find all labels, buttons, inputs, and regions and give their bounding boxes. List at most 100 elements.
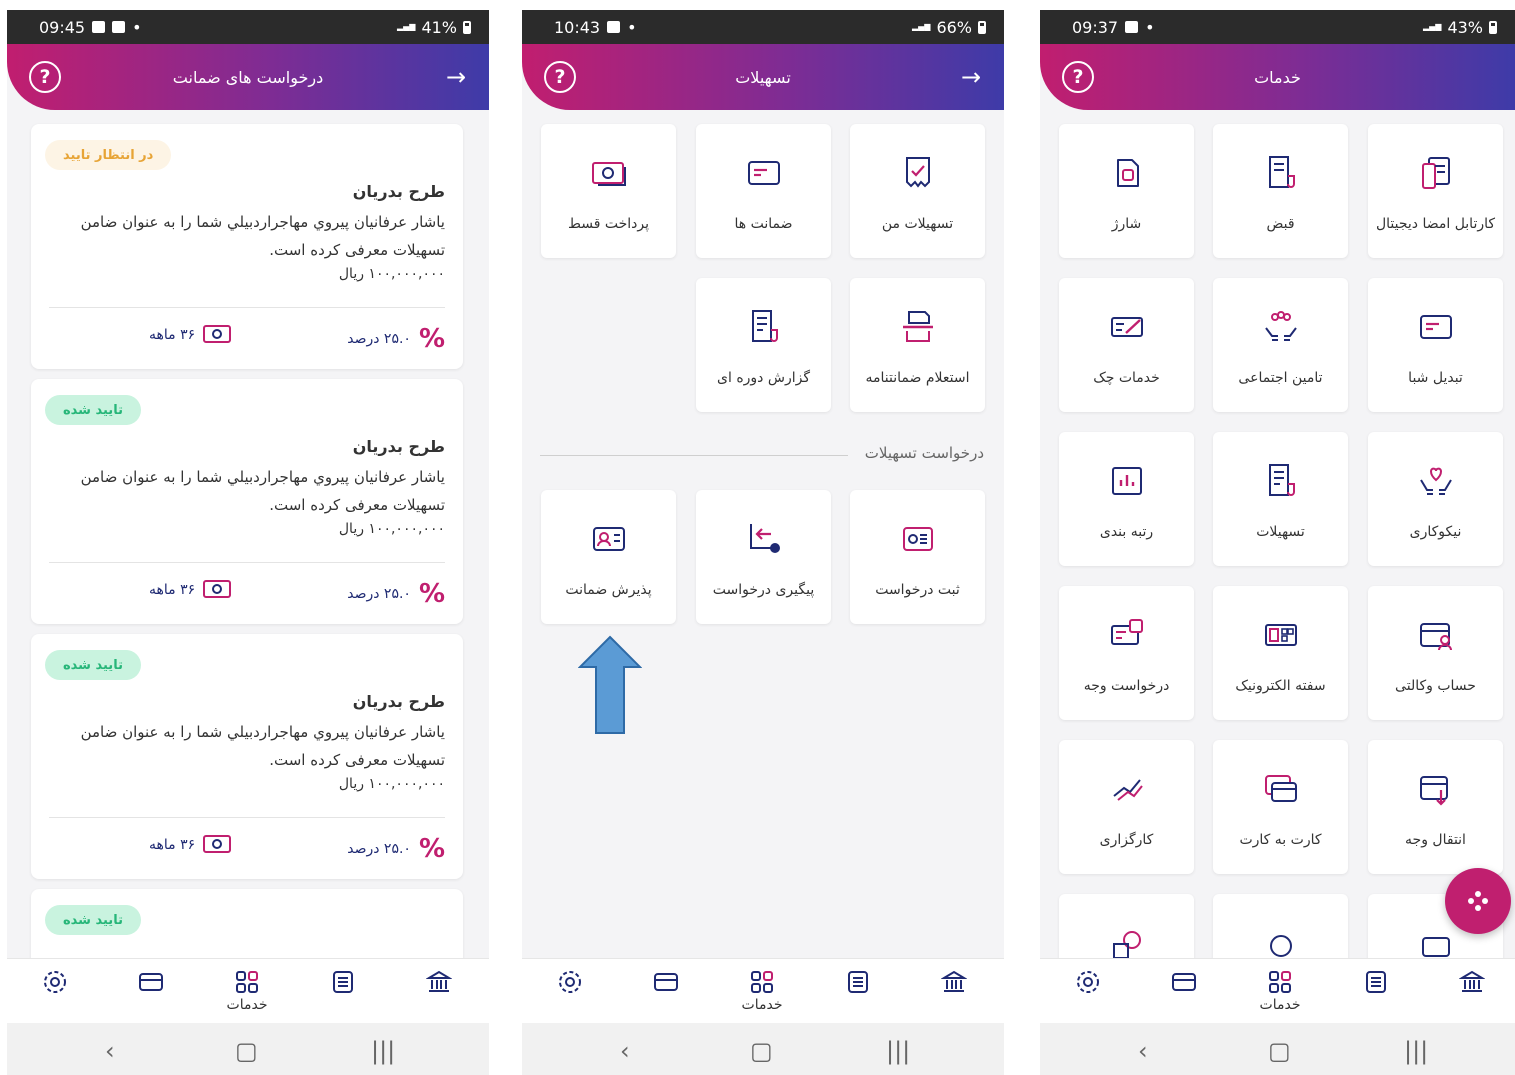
- tile-track-request[interactable]: پیگیری درخواست: [696, 490, 831, 624]
- status-time: 09:37: [1072, 17, 1119, 37]
- nav-services-label: خدمات: [226, 997, 268, 1013]
- guarantee-card[interactable]: تایید شده طرح بدریان یاشار عرفانیان پیرو…: [31, 379, 463, 624]
- tile-my-loans[interactable]: تسهیلات من: [850, 124, 985, 258]
- loan-term: ۳۶ ماهه: [149, 324, 232, 346]
- digital-signature-icon: [1421, 157, 1450, 189]
- tile-loans[interactable]: تسهیلات: [1213, 432, 1348, 566]
- system-recents-icon[interactable]: |||: [1404, 1037, 1428, 1065]
- tile-label: کارت به کارت: [1239, 832, 1322, 848]
- gear-icon: [44, 971, 66, 993]
- guarantee-card[interactable]: تایید شده طرح بدریان یاشار عرفانیان پیرو…: [31, 634, 463, 879]
- tile-periodic-report[interactable]: گزارش دوره ای: [696, 278, 831, 412]
- tile-social-security[interactable]: تامین اجتماعی: [1213, 278, 1348, 412]
- tile-sim-charge[interactable]: شارژ: [1059, 124, 1194, 258]
- nav-settings[interactable]: [35, 969, 75, 1017]
- nav-bank[interactable]: [934, 969, 974, 1017]
- money-icon: [203, 580, 232, 598]
- nav-services[interactable]: خدمات: [1260, 969, 1300, 1017]
- percent-icon: %: [418, 579, 445, 609]
- battery-text: 43%: [1447, 17, 1483, 37]
- money-request-icon: [1110, 619, 1143, 645]
- nav-cards[interactable]: [646, 969, 686, 1017]
- tile-guarantees[interactable]: ضمانت ها: [696, 124, 831, 258]
- percent-icon: %: [418, 324, 445, 354]
- tile-promissory-note[interactable]: سفته الکترونیک: [1213, 586, 1348, 720]
- tile-partial[interactable]: [1059, 894, 1194, 964]
- status-bar: 09:37 • ▂▄▆ 43%: [1040, 10, 1515, 44]
- system-recents-icon[interactable]: |||: [886, 1037, 910, 1065]
- tile-register-request[interactable]: ثبت درخواست: [850, 490, 985, 624]
- tile-money-transfer[interactable]: انتقال وجه: [1368, 740, 1503, 874]
- tile-label: درخواست وجه: [1083, 678, 1170, 694]
- system-back-icon[interactable]: ‹: [1138, 1037, 1148, 1065]
- charity-icon: [1419, 467, 1452, 495]
- nav-cards[interactable]: [131, 969, 171, 1017]
- nav-cards[interactable]: [1164, 969, 1204, 1017]
- tile-partial[interactable]: [1213, 894, 1348, 964]
- status-badge: تایید شده: [45, 905, 141, 935]
- nav-services[interactable]: خدمات: [227, 969, 267, 1017]
- tile-label: پیگیری درخواست: [712, 582, 815, 598]
- tile-label: حساب وکالتی: [1395, 678, 1476, 694]
- system-home-icon[interactable]: ▢: [750, 1037, 773, 1065]
- guarantee-card[interactable]: تایید شده: [31, 889, 463, 969]
- tile-guarantee-inquiry[interactable]: استعلام ضمانتنامه: [850, 278, 985, 412]
- tile-label: خدمات چک: [1093, 370, 1160, 386]
- system-home-icon[interactable]: ▢: [235, 1037, 258, 1065]
- tile-label: تامین اجتماعی: [1238, 370, 1323, 386]
- system-home-icon[interactable]: ▢: [1268, 1037, 1291, 1065]
- nav-reports[interactable]: [838, 969, 878, 1017]
- system-recents-icon[interactable]: |||: [371, 1037, 395, 1065]
- divider: [49, 562, 445, 563]
- bill-icon: [1268, 156, 1295, 188]
- system-back-icon[interactable]: ‹: [620, 1037, 630, 1065]
- tile-accept-guarantee[interactable]: پذیرش ضمانت: [541, 490, 676, 624]
- tile-cheque-services[interactable]: خدمات چک: [1059, 278, 1194, 412]
- message-icon: [112, 21, 126, 33]
- bank-icon: [941, 970, 967, 992]
- cheque-icon: [1110, 317, 1143, 337]
- notification-dot-icon: •: [627, 17, 637, 37]
- nav-reports[interactable]: [323, 969, 363, 1017]
- floating-action-button[interactable]: [1445, 868, 1511, 934]
- tile-label: استعلام ضمانتنامه: [865, 370, 970, 386]
- tile-label: سفته الکترونیک: [1235, 678, 1326, 694]
- tile-bill[interactable]: قبض: [1213, 124, 1348, 258]
- transfer-icon: [1419, 776, 1448, 806]
- rate-value: ۲۵.۰ درصد: [347, 586, 411, 602]
- back-arrow-icon[interactable]: →: [441, 59, 471, 95]
- nav-settings[interactable]: [1068, 969, 1108, 1017]
- sim-charge-icon: [1116, 159, 1139, 187]
- tile-brokerage[interactable]: کارگزاری: [1059, 740, 1194, 874]
- nav-settings[interactable]: [550, 969, 590, 1017]
- system-back-icon[interactable]: ‹: [105, 1037, 115, 1065]
- card-amount: ۱۰۰,۰۰۰,۰۰۰ ریال: [338, 521, 445, 537]
- card-icon: [747, 161, 780, 185]
- signal-icon: ▂▄▆: [396, 22, 416, 31]
- tile-rating[interactable]: رتبه بندی: [1059, 432, 1194, 566]
- annotation-arrow-icon: [578, 635, 642, 734]
- tile-label: انتقال وجه: [1405, 832, 1466, 848]
- guarantee-card[interactable]: در انتظار تایید طرح بدریان یاشار عرفانیا…: [31, 124, 463, 369]
- tile-iban-conversion[interactable]: تبدیل شبا: [1368, 278, 1503, 412]
- tile-money-request[interactable]: درخواست وجه: [1059, 586, 1194, 720]
- battery-icon: [463, 20, 471, 34]
- nav-reports[interactable]: [1356, 969, 1396, 1017]
- rate-value: ۲۵.۰ درصد: [347, 331, 411, 347]
- loan-icon: [1268, 464, 1295, 496]
- rate-value: ۲۵.۰ درصد: [347, 841, 411, 857]
- tile-card-to-card[interactable]: کارت به کارت: [1213, 740, 1348, 874]
- tile-charity[interactable]: نیکوکاری: [1368, 432, 1503, 566]
- brokerage-icon: [1112, 779, 1143, 801]
- tile-digital-signature[interactable]: کارتابل امضا دیجیتال: [1368, 124, 1503, 258]
- back-arrow-icon[interactable]: →: [956, 59, 986, 95]
- bottom-navigation: خدمات: [7, 958, 489, 1023]
- tile-label: رتبه بندی: [1099, 524, 1154, 540]
- card-icon: [1172, 973, 1196, 991]
- nav-bank[interactable]: [419, 969, 459, 1017]
- tile-installment-payment[interactable]: پرداخت قسط: [541, 124, 676, 258]
- gallery-icon: [92, 21, 106, 33]
- nav-services[interactable]: خدمات: [742, 969, 782, 1017]
- nav-bank[interactable]: [1452, 969, 1492, 1017]
- tile-proxy-account[interactable]: حساب وکالتی: [1368, 586, 1503, 720]
